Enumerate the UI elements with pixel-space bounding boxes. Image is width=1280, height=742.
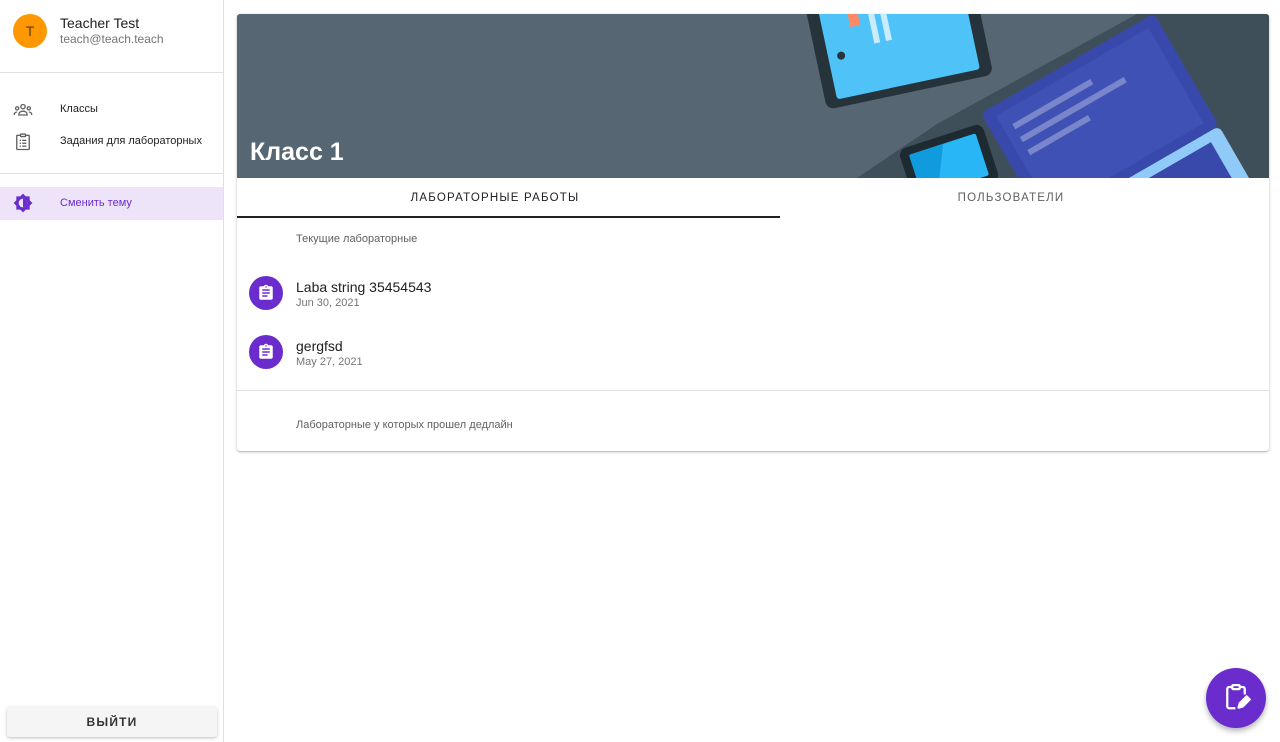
clipboard-list-icon (13, 132, 33, 152)
tab-bar: ЛАБОРАТОРНЫЕ РАБОТЫ ПОЛЬЗОВАТЕЛИ (237, 178, 1269, 218)
sidebar: T Teacher Test teach@teach.teach Классы (0, 0, 224, 742)
lab-date: May 27, 2021 (296, 356, 363, 368)
lab-title: Laba string 35454543 (296, 279, 432, 295)
sidebar-item-label: Классы (60, 103, 98, 115)
logout-button[interactable]: ВЫЙТИ (7, 707, 217, 737)
sidebar-item-lab-tasks[interactable]: Задания для лабораторных (0, 126, 223, 158)
list-item[interactable]: gergfsd May 27, 2021 (237, 325, 1269, 377)
tab-users[interactable]: ПОЛЬЗОВАТЕЛИ (753, 178, 1269, 218)
active-tab-indicator (237, 216, 780, 218)
sidebar-item-change-theme[interactable]: Сменить тему (0, 187, 223, 220)
list-item[interactable]: Laba string 35454543 Jun 30, 2021 (237, 266, 1269, 318)
class-title: Класс 1 (250, 138, 344, 166)
user-name: Teacher Test (60, 15, 140, 31)
assignment-icon (249, 276, 283, 310)
devices-illustration-icon (805, 14, 1269, 178)
sidebar-item-label: Задания для лабораторных (60, 135, 202, 147)
user-email: teach@teach.teach (60, 32, 164, 46)
past-deadline-labs-heading: Лабораторные у которых прошел дедлайн (296, 419, 513, 431)
avatar[interactable]: T (13, 14, 47, 48)
lab-title: gergfsd (296, 338, 343, 354)
brightness-icon (13, 193, 33, 213)
people-group-icon (13, 100, 33, 120)
clipboard-edit-icon (1221, 682, 1251, 715)
section-divider (237, 390, 1269, 391)
sidebar-divider (0, 173, 223, 174)
class-card: Класс 1 ЛАБОРАТОРНЫЕ РАБОТЫ ПОЛЬЗОВАТЕЛИ… (237, 14, 1269, 451)
current-labs-heading: Текущие лабораторные (296, 233, 418, 245)
app-root: T Teacher Test teach@teach.teach Классы (0, 0, 1280, 742)
add-lab-fab-button[interactable] (1206, 668, 1266, 728)
sidebar-item-classes[interactable]: Классы (0, 94, 223, 126)
class-banner: Класс 1 (237, 14, 1269, 178)
sidebar-item-label: Сменить тему (60, 197, 132, 209)
lab-date: Jun 30, 2021 (296, 297, 360, 309)
user-profile: T Teacher Test teach@teach.teach (0, 0, 223, 73)
tab-lab-works[interactable]: ЛАБОРАТОРНЫЕ РАБОТЫ (237, 178, 753, 218)
assignment-icon (249, 335, 283, 369)
